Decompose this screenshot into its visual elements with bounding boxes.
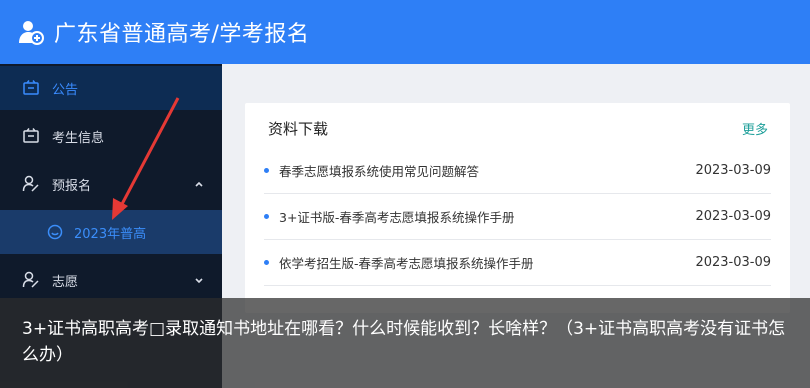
user-edit-icon — [22, 175, 39, 192]
app-header: 广东省普通高考/学考报名 — [0, 0, 810, 64]
list-item[interactable]: 春季志愿填报系统使用常见问题解答 2023-03-09 — [264, 147, 771, 194]
bullet-icon — [264, 167, 269, 173]
sidebar-item-pre-registration[interactable]: 预报名 — [0, 162, 222, 206]
article-caption: 3+证书高职高考□录取通知书地址在哪看？什么时候能收到？长啥样？（3+证书高职高… — [22, 319, 786, 365]
document-link[interactable]: 春季志愿填报系统使用常见问题解答 — [279, 161, 695, 180]
notice-icon — [23, 80, 39, 95]
sidebar-item-announcement[interactable]: 公告 — [0, 66, 222, 110]
sidebar-item-volunteer[interactable]: 志愿 — [0, 258, 222, 302]
document-link[interactable]: 3+证书版-春季高考志愿填报系统操作手册 — [279, 207, 695, 226]
bullet-icon — [264, 259, 269, 265]
list-item[interactable]: 依学考招生版-春季高考志愿填报系统操作手册 2023-03-09 — [264, 239, 771, 286]
document-link[interactable]: 依学考招生版-春季高考志愿填报系统操作手册 — [279, 253, 695, 272]
document-date: 2023-03-09 — [695, 254, 771, 270]
app-title: 广东省普通高考/学考报名 — [54, 22, 310, 47]
sidebar-item-label: 预报名 — [52, 178, 92, 194]
more-link[interactable]: 更多 — [742, 119, 768, 138]
downloads-card: 资料下载 更多 春季志愿填报系统使用常见问题解答 2023-03-09 3+证书… — [245, 103, 790, 313]
sidebar-item-label: 公告 — [52, 82, 79, 98]
user-add-icon — [19, 21, 44, 45]
smile-icon — [47, 224, 63, 240]
chevron-down-icon — [195, 278, 203, 284]
sidebar-item-label: 志愿 — [52, 274, 79, 290]
document-date: 2023-03-09 — [695, 162, 771, 178]
user-edit-icon — [22, 271, 39, 288]
id-card-icon — [23, 128, 39, 143]
sidebar-item-student-info[interactable]: 考生信息 — [0, 114, 222, 158]
document-date: 2023-03-09 — [695, 208, 771, 224]
chevron-up-icon — [195, 181, 203, 187]
sidebar-subitem-2023-general[interactable]: 2023年普高 — [0, 210, 222, 254]
caption-overlay: 3+证书高职高考□录取通知书地址在哪看？什么时候能收到？长啥样？（3+证书高职高… — [0, 298, 810, 388]
card-title: 资料下载 — [268, 120, 329, 138]
list-item[interactable]: 3+证书版-春季高考志愿填报系统操作手册 2023-03-09 — [264, 193, 771, 240]
sidebar-item-label: 考生信息 — [52, 130, 105, 146]
bullet-icon — [264, 213, 269, 219]
sidebar-item-label: 2023年普高 — [74, 226, 147, 242]
